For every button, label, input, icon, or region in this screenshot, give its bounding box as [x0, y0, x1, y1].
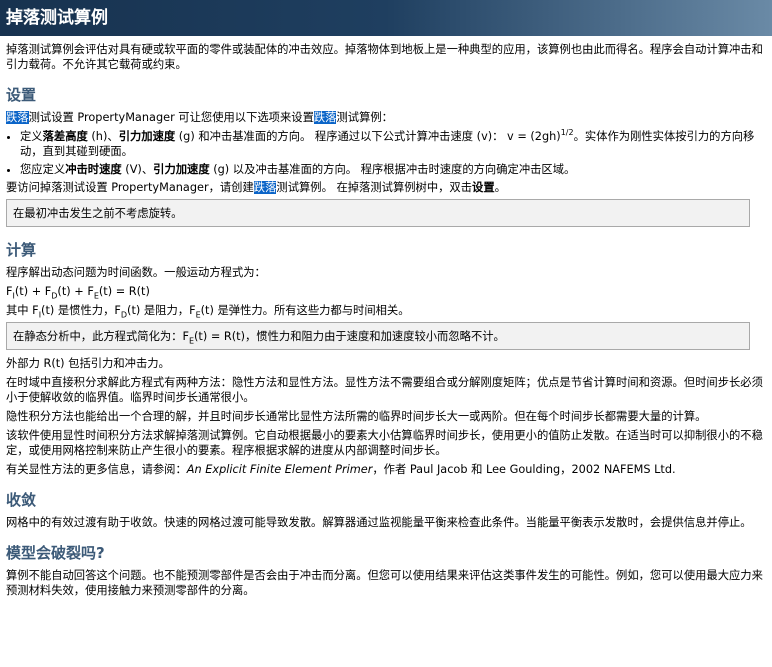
list-item: 您应定义冲击时速度 (V)、引力加速度 (g) 以及冲击基准面的方向。 程序根据… [20, 162, 766, 177]
search-highlight: 跌落 [253, 181, 277, 194]
heading-setup: 设置 [6, 86, 37, 104]
list-item: 定义落差高度 (h)、引力加速度 (g) 和冲击基准面的方向。 程序通过以下公式… [20, 129, 766, 159]
heading-calculation: 计算 [6, 241, 37, 259]
search-highlight: 跌落 [6, 111, 29, 124]
heading-fracture: 模型会破裂吗? [6, 544, 105, 562]
heading-convergence: 收敛 [6, 491, 37, 509]
force-definitions: 其中 FI(t) 是惯性力，FD(t) 是阻力，FE(t) 是弹性力。所有这些力… [6, 304, 410, 320]
motion-equation: FI(t) + FD(t) + FE(t) = R(t) [6, 285, 150, 301]
fracture-paragraph: 算例不能自动回答这个问题。也不能预测零部件是否会由于冲击而分离。但您可以使用结果… [6, 569, 763, 597]
reference-paragraph: 有关显性方法的更多信息，请参阅：An Explicit Finite Eleme… [6, 463, 676, 476]
calc-paragraph: 外部力 R(t) 包括引力和冲击力。 [6, 357, 170, 370]
calc-paragraph: 该软件使用显性时间积分方法求解掉落测试算例。它自动根据最小的要素大小估算临界时间… [6, 429, 763, 457]
convergence-paragraph: 网格中的有效过渡有助于收敛。快速的网格过渡可能导致发散。解算器通过监视能量平衡来… [6, 516, 752, 529]
setup-access: 要访问掉落测试设置 PropertyManager，请创建跌落测试算例。 在掉落… [6, 181, 506, 194]
intro-paragraph: 掉落测试算例会评估对具有硬或软平面的零件或装配体的冲击效应。掉落物体到地板上是一… [6, 43, 763, 71]
note-box: 在静态分析中，此方程式简化为：FE(t) = R(t)，惯性力和阻力由于速度和加… [6, 322, 750, 350]
calc-paragraph: 在时域中直接积分求解此方程式有两种方法：隐性方法和显性方法。显性方法不需要组合或… [6, 376, 763, 404]
setup-lead: 跌落测试设置 PropertyManager 可让您使用以下选项来设置跌落测试算… [6, 111, 393, 124]
calc-paragraph: 隐性积分方法也能给出一个合理的解，并且时间步长通常比显性方法所需的临界时间步长大… [6, 410, 707, 423]
page-title: 掉落测试算例 [0, 0, 772, 36]
search-highlight: 跌落 [313, 111, 337, 124]
calc-paragraph: 程序解出动态问题为时间函数。一般运动方程式为： [6, 266, 266, 279]
setup-options-list: 定义落差高度 (h)、引力加速度 (g) 和冲击基准面的方向。 程序通过以下公式… [6, 129, 766, 177]
help-content: 掉落测试算例会评估对具有硬或软平面的零件或装配体的冲击效应。掉落物体到地板上是一… [0, 42, 772, 598]
note-box: 在最初冲击发生之前不考虑旋转。 [6, 199, 750, 227]
